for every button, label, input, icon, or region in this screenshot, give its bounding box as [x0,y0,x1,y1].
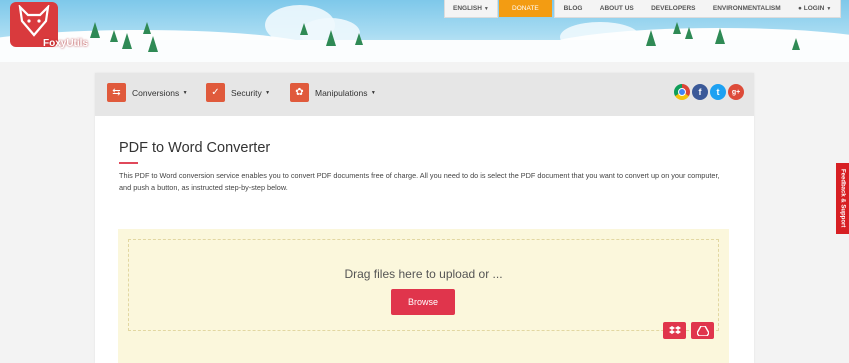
language-selector[interactable]: ENGLISH ▼ [444,0,498,18]
donate-button[interactable]: DONATE [498,0,552,17]
conversions-menu[interactable]: ⇆ Conversions ▼ [107,83,188,102]
manipulations-menu[interactable]: ✿ Manipulations ▼ [290,83,376,102]
caret-down-icon: ▼ [369,89,376,96]
feedback-support-tab[interactable]: Feedback & Support [836,163,849,234]
menu-item-login[interactable]: ● LOGIN ▼ [798,5,831,12]
facebook-icon[interactable]: f [692,84,708,100]
login-label: LOGIN [803,5,825,12]
tree-decoration [326,30,336,46]
page-title: PDF to Word Converter [119,140,271,156]
language-label: ENGLISH [453,5,482,12]
tree-decoration [715,28,725,44]
social-links: f t g+ [674,84,744,100]
tree-decoration [646,30,656,46]
page-description: This PDF to Word conversion service enab… [119,171,720,192]
brand-name: FoxyUtils [43,38,89,49]
tree-decoration [110,30,118,42]
tree-decoration [143,22,151,34]
chrome-icon[interactable] [674,84,690,100]
tree-decoration [355,33,363,45]
tree-decoration [122,33,132,49]
manipulations-label: Manipulations [315,87,368,98]
caret-down-icon: ▼ [181,89,188,96]
dropzone-border [128,239,719,331]
drag-files-text: Drag files here to upload or ... [344,267,503,281]
tree-decoration [300,23,308,35]
conversions-icon: ⇆ [107,83,126,102]
menu-item-developers[interactable]: DEVELOPERS [651,5,695,12]
title-underline [119,162,138,164]
foxyutils-logo[interactable]: FoxyUtils [10,2,88,49]
tree-decoration [792,38,800,50]
twitter-icon[interactable]: t [710,84,726,100]
tree-decoration [90,22,100,38]
main-menu: BLOG ABOUT US DEVELOPERS ENVIRONMENTALIS… [554,0,841,18]
top-utility-nav: ENGLISH ▼ DONATE [444,0,552,18]
tree-decoration [685,27,693,39]
google-drive-button[interactable] [691,322,714,339]
dropbox-icon [668,325,681,334]
upload-dropzone[interactable]: Drag files here to upload or ... Browse [118,229,729,363]
menu-item-environmentalism[interactable]: ENVIRONMENTALISM [713,5,781,12]
shield-icon: ✓ [206,83,225,102]
security-menu[interactable]: ✓ Security ▼ [206,83,270,102]
conversions-label: Conversions [132,87,180,98]
security-label: Security [231,87,262,98]
browse-button[interactable]: Browse [391,289,455,315]
menu-item-about-us[interactable]: ABOUT US [600,5,634,12]
tree-decoration [148,36,158,52]
menu-item-blog[interactable]: BLOG [564,5,583,12]
google-plus-icon[interactable]: g+ [728,84,744,100]
google-drive-icon [696,325,709,336]
dropbox-button[interactable] [663,322,686,339]
pdf-icon: ✿ [290,83,309,102]
caret-down-icon: ▼ [826,6,832,12]
user-icon: ● [798,5,802,12]
caret-down-icon: ▼ [483,5,489,12]
fox-icon [18,5,50,37]
tree-decoration [673,22,681,34]
main-content-panel: ⇆ Conversions ▼ ✓ Security ▼ ✿ Manipulat… [95,73,754,363]
tool-toolbar: ⇆ Conversions ▼ ✓ Security ▼ ✿ Manipulat… [95,73,754,116]
caret-down-icon: ▼ [263,89,271,96]
